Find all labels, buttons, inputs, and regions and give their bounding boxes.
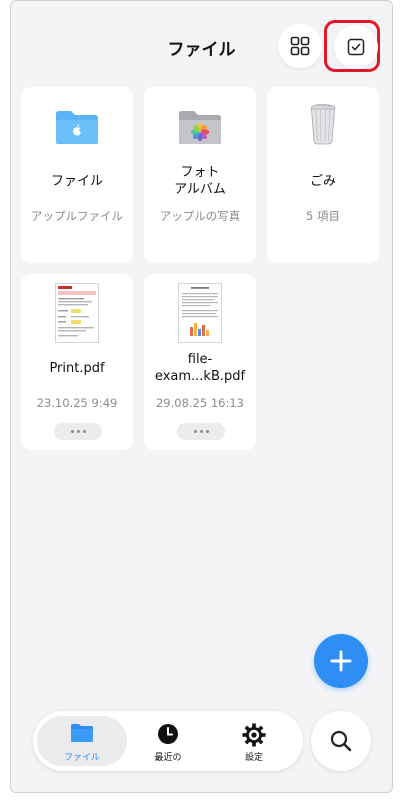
tab-settings[interactable]: 設定 [209,716,299,766]
tab-label: 最近の [154,753,182,763]
pdf-thumbnail [178,283,222,343]
tile-subtitle: 5 項目 [306,209,340,223]
search-icon [330,730,352,752]
search-button[interactable] [311,711,371,771]
folder-icon [71,724,93,742]
more-dot [193,430,197,433]
tile-name: file- exam...kB.pdf [154,352,246,384]
tile-trash[interactable]: ごみ 5 項目 [267,87,379,263]
more-dot [76,430,80,433]
tab-label: 設定 [244,753,263,763]
tab-label: ファイル [63,753,100,763]
tab-bar: ファイル 最近の 設定 [33,711,303,771]
grid-icon [290,36,310,56]
tile-subtitle: 29.08.25 16:13 [155,396,244,410]
add-button[interactable] [314,634,368,688]
photos-folder-icon [179,111,221,144]
app-window: ファイル ファイル アップルファイル フォト アルバム アップルの写真 ごみ 5… [10,0,393,793]
more-options-button[interactable] [177,423,225,440]
tile-subtitle: アップルファイル [31,209,123,223]
select-highlight [324,20,380,72]
tab-files[interactable]: ファイル [37,716,127,766]
trash-icon [310,103,336,145]
more-dot [199,430,203,433]
more-dot [205,430,209,433]
tile-subtitle: アップルの写真 [159,209,241,223]
header: ファイル [11,1,392,81]
more-options-button[interactable] [54,423,102,440]
tab-recent[interactable]: 最近の [123,716,213,766]
pdf-thumbnail [55,283,99,343]
more-dot [82,430,86,433]
tile-photo-album[interactable]: フォト アルバム アップルの写真 [144,87,256,263]
tile-name: ごみ [309,174,336,189]
clock-icon [158,724,178,744]
gear-icon [242,723,266,747]
plus-icon [330,650,352,672]
checkbox-icon [347,38,365,56]
tile-name: ファイル [50,174,103,189]
tile-files-folder[interactable]: ファイル アップルファイル [21,87,133,263]
tile-name: フォト アルバム [174,165,226,197]
tile-print-pdf[interactable]: Print.pdf 23.10.25 9:49 [21,274,133,450]
tile-file-example-pdf[interactable]: file- exam...kB.pdf 29.08.25 16:13 [144,274,256,450]
blue-folder-icon [56,111,98,144]
tile-subtitle: 23.10.25 9:49 [36,396,118,410]
select-button[interactable] [334,25,378,69]
more-dot [70,430,74,433]
tile-name: Print.pdf [49,361,105,376]
grid-view-button[interactable] [278,24,322,68]
